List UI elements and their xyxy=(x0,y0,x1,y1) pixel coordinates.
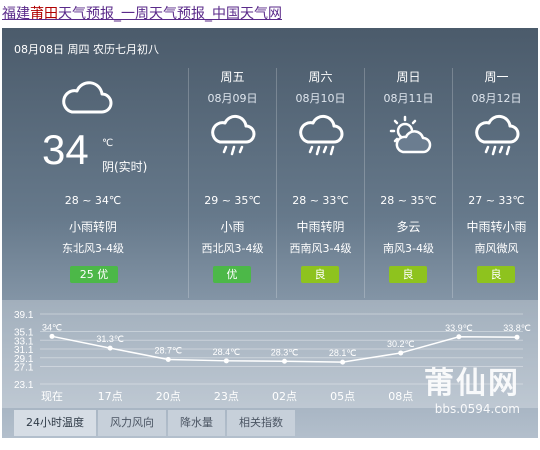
day-range: 29 ~ 35℃ xyxy=(204,194,261,207)
tab-wind[interactable]: 风力风向 xyxy=(98,410,166,436)
day-aqi-badge: 良 xyxy=(389,266,427,283)
temp-point xyxy=(49,333,55,339)
title-prefix: 福建 xyxy=(2,6,30,22)
temp-point xyxy=(223,358,229,364)
watermark: 莆仙网 bbs.0594.com xyxy=(424,358,520,416)
temp-data-label: 28.7℃ xyxy=(154,346,182,356)
forecast-day-4: 周一 08月12日 27 ~ 33℃ 中雨转小雨 南风微风 良 xyxy=(452,68,540,298)
day-range: 28 ~ 35℃ xyxy=(380,194,437,207)
temp-point xyxy=(107,345,113,351)
temp-data-label: 31.3℃ xyxy=(96,334,124,344)
temp-data-label: 28.1℃ xyxy=(329,348,357,358)
tab-24h-temp[interactable]: 24小时温度 xyxy=(14,410,96,436)
x-tick-label: 05点 xyxy=(330,390,355,403)
temp-data-label: 33.9℃ xyxy=(445,323,473,333)
day-wind: 西南风3-4级 xyxy=(289,242,352,255)
rain-icon xyxy=(211,114,256,156)
day-wind: 南风3-4级 xyxy=(383,242,434,255)
cloudy-icon xyxy=(62,81,113,114)
day-range: 27 ~ 33℃ xyxy=(468,194,525,207)
today-desc: 小雨转阴 xyxy=(68,220,117,234)
day-desc: 小雨 xyxy=(220,220,245,234)
day-date: 08月12日 xyxy=(471,92,522,105)
partly-cloudy-icon xyxy=(389,115,432,154)
rain-icon xyxy=(299,114,344,156)
watermark-title: 莆仙网 xyxy=(424,366,520,401)
day-wind: 南风微风 xyxy=(474,242,519,255)
today-condition: 阴(实时) xyxy=(102,160,148,174)
today-temp-unit: ℃ xyxy=(102,138,114,149)
day-aqi-badge: 良 xyxy=(477,266,515,283)
x-tick-label: 20点 xyxy=(156,390,181,403)
day-date: 08月11日 xyxy=(383,92,434,105)
today-aqi-badge: 25 优 xyxy=(70,266,118,283)
day-aqi-badge: 良 xyxy=(301,266,339,283)
day-wind: 西北风3-4级 xyxy=(201,242,264,255)
title-highlight: 莆田 xyxy=(30,6,58,22)
temp-data-label: 30.2℃ xyxy=(387,339,415,349)
temp-point xyxy=(398,350,404,356)
day-date: 08月09日 xyxy=(207,92,258,105)
tab-precipitation[interactable]: 降水量 xyxy=(168,410,225,436)
day-weekday: 周日 xyxy=(396,70,421,84)
day-weekday: 周六 xyxy=(308,70,333,84)
today-temp: 34 xyxy=(42,126,89,173)
forecast-day-3: 周日 08月11日 28 ~ 35℃ 多云 南风3-4级 良 xyxy=(364,68,452,298)
chart-tabs: 24小时温度 风力风向 降水量 相关指数 xyxy=(14,410,297,436)
page-title-link[interactable]: 福建莆田天气预报_一周天气预报_中国天气网 xyxy=(2,3,282,23)
temp-point xyxy=(165,357,171,362)
day-aqi-badge: 优 xyxy=(213,266,251,283)
x-tick-label: 17点 xyxy=(98,390,123,403)
temp-data-label: 28.4℃ xyxy=(213,347,241,357)
weather-card: 08月08日 周四 农历七月初八 34 ℃ 阴(实时) 28 ~ 34℃ 小雨转… xyxy=(2,28,538,438)
day-range: 28 ~ 33℃ xyxy=(292,194,349,207)
temp-point xyxy=(340,359,346,365)
temp-point xyxy=(456,334,462,340)
day-weekday: 周一 xyxy=(484,70,509,84)
x-tick-label: 08点 xyxy=(388,390,413,403)
temp-point xyxy=(282,358,287,364)
today-panel: 34 ℃ 阴(实时) 28 ~ 34℃ 小雨转阴 东北风3-4级 25 优 xyxy=(2,68,184,298)
title-rest: 天气预报_一周天气预报_中国天气网 xyxy=(58,6,282,22)
today-wind: 东北风3-4级 xyxy=(62,242,124,255)
y-tick-label: 27.1 xyxy=(14,363,34,374)
watermark-url: bbs.0594.com xyxy=(434,402,520,416)
forecast-day-2: 周六 08月10日 28 ~ 33℃ 中雨转阴 西南风3-4级 良 xyxy=(276,68,364,298)
rain-icon xyxy=(475,114,520,156)
y-tick-label: 39.1 xyxy=(14,310,34,321)
today-range: 28 ~ 34℃ xyxy=(64,194,122,207)
day-desc: 多云 xyxy=(396,220,421,234)
x-tick-label: 现在 xyxy=(41,390,63,403)
temp-data-label: 28.3℃ xyxy=(271,347,299,357)
temp-data-label: 33.8℃ xyxy=(503,323,531,333)
x-tick-label: 23点 xyxy=(214,390,239,403)
day-desc: 中雨转小雨 xyxy=(466,220,527,234)
day-weekday: 周五 xyxy=(220,70,245,84)
today-date-line: 08月08日 周四 农历七月初八 xyxy=(14,43,159,56)
temp-data-label: 34℃ xyxy=(42,322,62,332)
day-desc: 中雨转阴 xyxy=(296,220,345,234)
y-tick-label: 23.1 xyxy=(14,380,34,391)
x-tick-label: 02点 xyxy=(272,390,297,403)
temp-point xyxy=(514,334,520,340)
forecast-day-1: 周五 08月09日 29 ~ 35℃ 小雨 西北风3-4级 优 xyxy=(188,68,276,298)
tab-indices[interactable]: 相关指数 xyxy=(227,410,295,436)
day-date: 08月10日 xyxy=(295,92,346,105)
